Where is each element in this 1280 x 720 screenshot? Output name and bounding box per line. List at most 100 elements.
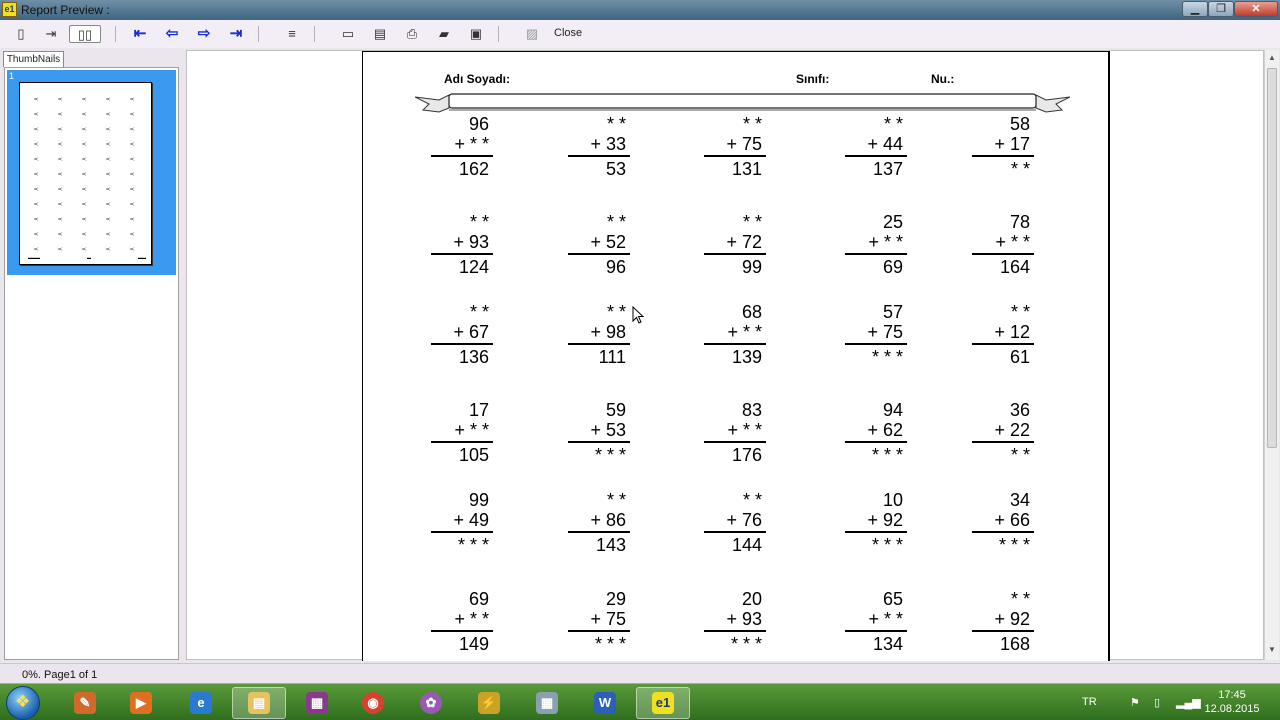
problem-middle: + 93 [726,609,762,629]
language-indicator[interactable]: TR [1082,696,1097,708]
paint-taskbar-icon[interactable]: ✎ [58,687,112,719]
problem-result: 176 [731,445,762,465]
taskbar: ✎ ▶ e ▤ ▦ ◉ ✿ ⚡ ▦ W e1 TR ⚑ ▯ ▂▄▆ 17:45 … [0,683,1280,720]
problem-result: * * [1010,445,1030,465]
problem-result: * * * [594,634,626,654]
start-button[interactable] [6,686,40,720]
problem-result: * * * [594,445,626,465]
previous-page-icon[interactable]: ⇦ [162,25,182,43]
problem-result: * * * [998,535,1030,555]
addition-problem: 65 + * * 134 [845,589,907,654]
word-taskbar-icon[interactable]: W [578,687,632,719]
single-page-icon[interactable]: ▯ [14,25,28,43]
action-center-icon[interactable]: ⚑ [1130,696,1140,709]
problem-middle: + * * [727,322,762,342]
number-label: Nu.: [931,72,955,86]
sum-line [972,253,1034,255]
window-close-button[interactable]: ✕ [1234,1,1278,17]
clock-time: 17:45 [1218,689,1246,701]
problem-middle: + 66 [994,510,1030,530]
media-player-taskbar-icon[interactable]: ▶ [114,687,168,719]
file-manager-taskbar-icon[interactable]: ▤ [232,687,286,719]
open-icon[interactable]: ▰ [434,25,454,43]
problem-middle: + 92 [867,510,903,530]
problem-top: 65 [882,589,903,609]
sum-line [568,253,630,255]
maximize-button[interactable]: ❐ [1208,1,1234,17]
problem-result: 168 [999,634,1030,654]
page-width-icon[interactable]: ⇥ [40,25,62,43]
calculator-taskbar-icon[interactable]: ▦ [520,687,574,719]
problem-result: * * * [730,634,762,654]
problem-top: 20 [741,589,762,609]
problem-middle: + 75 [726,134,762,154]
clock[interactable]: 17:45 12.08.2015 [1200,688,1264,716]
addition-problem: * * + 76 144 [704,490,766,555]
problem-top: 69 [468,589,489,609]
problem-top: 29 [605,589,626,609]
print-icon[interactable]: ⎙ [402,25,422,43]
addition-problem: * * + 33 53 [568,114,630,179]
addition-problem: 68 + * * 139 [704,302,766,367]
problem-middle: + * * [454,134,489,154]
sum-line [568,155,630,157]
close-preview-icon[interactable]: ▨ [522,25,542,43]
problem-top: 25 [882,212,903,232]
problem-middle: + 86 [590,510,626,530]
page-setup-icon[interactable]: ▭ [338,25,358,43]
next-page-icon[interactable]: ⇨ [194,25,214,43]
problem-middle: + * * [727,420,762,440]
problem-result: 61 [1009,347,1030,367]
addition-problem: * * + 93 124 [431,212,493,277]
first-page-icon[interactable]: ⇤ [130,25,150,43]
addition-problem: 78 + * * 164 [972,212,1034,277]
tool-taskbar-icon[interactable]: ⚡ [462,687,516,719]
name-label: Adı Soyadı: [444,72,511,86]
addition-problem: 57 + 75 * * * [845,302,907,367]
sum-line [845,441,907,443]
minimize-button[interactable]: ▁ [1182,1,1208,17]
mouse-cursor-icon [632,306,645,324]
thumbnail-page-1[interactable]: 1 =: =: =: =: =: =: =: =: =: =: =: =: =:… [7,70,176,275]
sum-line [704,531,766,533]
problem-top: 78 [1009,212,1030,232]
problem-middle: + 49 [453,510,489,530]
scroll-down-icon[interactable]: ▼ [1265,642,1279,658]
print-setup-icon[interactable]: ▤ [370,25,390,43]
problem-middle: + 33 [590,134,626,154]
preview-area[interactable]: Adı Soyadı: Sınıfı: Nu.: 96 + * * 162 * * + … [186,50,1264,661]
problem-top: * * [606,114,626,134]
problem-top: 83 [741,400,762,420]
two-pages-icon[interactable]: ▯▯ [69,25,101,43]
sum-line [704,343,766,345]
sum-line [972,531,1034,533]
problem-result: 124 [458,257,489,277]
scroll-up-icon[interactable]: ▲ [1265,50,1279,66]
problem-middle: + 12 [994,322,1030,342]
network-icon[interactable]: ▂▄▆ [1176,696,1201,709]
problem-middle: + 22 [994,420,1030,440]
sum-line [845,253,907,255]
save-icon[interactable]: ▣ [466,25,486,43]
problem-top: 94 [882,400,903,420]
archive-taskbar-icon[interactable]: ▦ [290,687,344,719]
picasa-taskbar-icon[interactable]: ✿ [404,687,458,719]
problem-top: 59 [605,400,626,420]
close-button[interactable]: Close [554,27,582,39]
problem-middle: + * * [454,420,489,440]
problem-top: 68 [741,302,762,322]
last-page-icon[interactable]: ⇥ [226,25,246,43]
vertical-scrollbar[interactable]: ▲ ▼ [1264,50,1279,660]
e1-app-taskbar-icon[interactable]: e1 [636,687,690,719]
battery-icon[interactable]: ▯ [1154,696,1160,709]
problem-result: 143 [595,535,626,555]
problem-result: 134 [872,634,903,654]
chrome-taskbar-icon[interactable]: ◉ [346,687,400,719]
scroll-thumb[interactable] [1267,68,1277,448]
window-title: Report Preview : [21,3,110,17]
goto-page-icon[interactable]: ≡ [282,25,302,43]
problem-top: * * [742,490,762,510]
problem-result: 99 [741,257,762,277]
internet-explorer-taskbar-icon[interactable]: e [174,687,228,719]
tab-thumbnails[interactable]: ThumbNails [3,51,64,67]
